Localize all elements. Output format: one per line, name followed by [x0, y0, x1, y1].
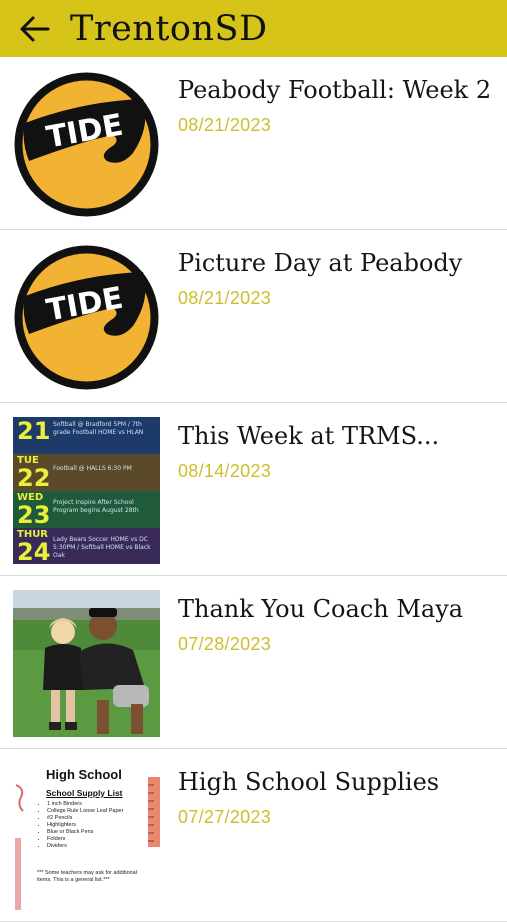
item-date: 08/14/2023 [178, 461, 272, 481]
supply-footnote: *** Some teachers may ask for additional… [37, 870, 137, 883]
page-title: TrentonSD [70, 9, 268, 49]
ruler-icon [148, 777, 160, 847]
supply-list: 1 inch Binders College Rule Loose Leaf P… [37, 801, 123, 850]
item-title: Picture Day at Peabody [178, 249, 463, 277]
weekly-schedule-flyer: 21 Softball @ Bradford 5PM / 7th grade F… [13, 417, 160, 564]
flyer-day: THUR 24 [17, 529, 51, 565]
supply-heading: High School [46, 767, 122, 782]
tide-logo-icon: TIDE [14, 72, 159, 217]
item-title: This Week at TRMS... [178, 422, 440, 450]
flyer-day: 21 [17, 417, 51, 445]
flyer-note: Lady Bears Soccer HOME vs DC 5:30PM / So… [53, 536, 151, 559]
flyer-note: Project Inspire After School Program beg… [53, 499, 139, 514]
tide-logo-icon: TIDE [14, 245, 159, 390]
list-item[interactable]: Thank You Coach Maya 07/28/2023 [0, 576, 507, 749]
list-item[interactable]: TIDE Picture Day at Peabody 08/21/2023 [0, 230, 507, 403]
app-header: TrentonSD [0, 0, 507, 57]
news-list: TIDE Peabody Football: Week 2 08/21/2023… [0, 57, 507, 922]
item-title: Peabody Football: Week 2 [178, 76, 492, 104]
supply-subheading: School Supply List [46, 788, 123, 798]
flyer-day: TUE 22 [17, 455, 51, 492]
flyer-day: WED 23 [17, 492, 51, 529]
item-date: 08/21/2023 [178, 115, 272, 135]
list-item[interactable]: 21 Softball @ Bradford 5PM / 7th grade F… [0, 403, 507, 576]
paperclip-icon [15, 784, 24, 812]
item-date: 08/21/2023 [178, 288, 272, 308]
flyer-note: Softball @ Bradford 5PM / 7th grade Foot… [53, 421, 144, 436]
item-date: 07/28/2023 [178, 634, 272, 654]
flyer-note: Football @ HALLS 6:30 PM [53, 465, 132, 472]
arrow-left-icon[interactable] [18, 14, 52, 44]
list-item[interactable]: High School School Supply List 1 inch Bi… [0, 749, 507, 922]
item-title: High School Supplies [178, 768, 440, 796]
pencil-icon [15, 838, 21, 910]
supply-list-image: High School School Supply List 1 inch Bi… [13, 763, 160, 910]
item-date: 07/27/2023 [178, 807, 272, 827]
coach-photo [13, 590, 160, 737]
item-title: Thank You Coach Maya [178, 595, 464, 623]
list-item[interactable]: TIDE Peabody Football: Week 2 08/21/2023 [0, 57, 507, 230]
